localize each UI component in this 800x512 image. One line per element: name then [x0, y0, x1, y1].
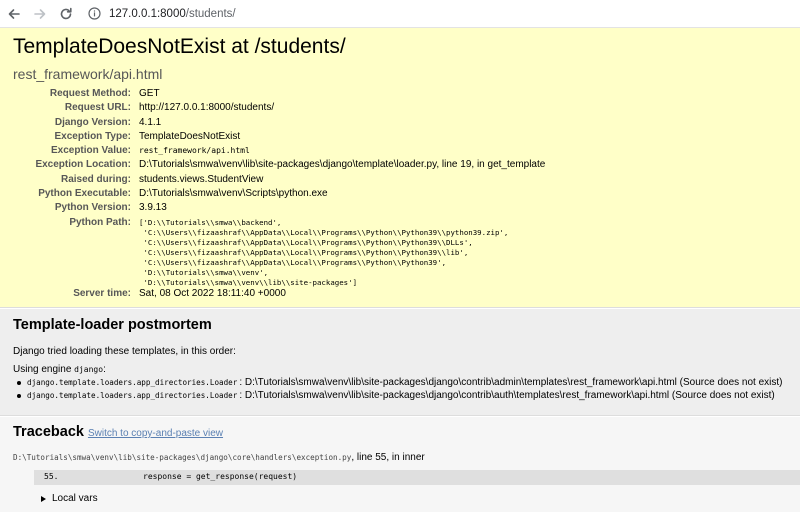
- traceback-frame-file: D:\Tutorials\smwa\venv\lib\site-packages…: [13, 452, 425, 463]
- postmortem-list: django.template.loaders.app_directories.…: [17, 377, 783, 402]
- local-vars-label: Local vars: [52, 493, 98, 504]
- meta-row-python-path: Python Path: ['D:\\Tutorials\\smwa\\back…: [0, 216, 800, 287]
- bullet-icon: [17, 393, 21, 398]
- address-bar[interactable]: 127.0.0.1:8000/students/: [88, 3, 236, 25]
- meta-key: Python Version:: [54, 202, 131, 214]
- exception-value-heading: rest_framework/api.html: [13, 66, 163, 82]
- meta-key: Server time:: [73, 287, 131, 299]
- meta-row-exception-type: Exception Type: TemplateDoesNotExist: [0, 130, 800, 144]
- meta-key: Request URL:: [64, 102, 131, 114]
- meta-value: 3.9.13: [139, 202, 167, 214]
- meta-key: Exception Value:: [50, 145, 131, 157]
- engine-suffix: :: [103, 364, 106, 375]
- bullet-icon: [17, 381, 21, 386]
- meta-key: Django Version:: [54, 116, 131, 128]
- page-title: TemplateDoesNotExist at /students/: [13, 35, 346, 58]
- postmortem-intro: Django tried loading these templates, in…: [13, 346, 236, 357]
- python-path-list: ['D:\\Tutorials\\smwa\\backend', 'C:\\Us…: [139, 218, 508, 288]
- loader-name: django.template.loaders.app_directories.…: [27, 378, 238, 387]
- meta-value: D:\Tutorials\smwa\venv\lib\site-packages…: [139, 159, 546, 171]
- frame-filename: D:\Tutorials\smwa\venv\lib\site-packages…: [13, 453, 352, 462]
- traceback-section: Traceback Switch to copy-and-paste view D…: [0, 417, 800, 512]
- request-meta-table: Request Method: GET Request URL: http://…: [0, 87, 800, 301]
- template-path: : D:\Tutorials\smwa\venv\lib\site-packag…: [239, 377, 783, 388]
- meta-value: D:\Tutorials\smwa\venv\Scripts\python.ex…: [139, 188, 328, 200]
- url-path: /students/: [185, 7, 236, 20]
- loader-name: django.template.loaders.app_directories.…: [27, 390, 238, 400]
- meta-value: rest_framework/api.html: [139, 146, 250, 156]
- back-arrow-icon[interactable]: [2, 2, 26, 26]
- error-summary: TemplateDoesNotExist at /students/ rest_…: [0, 28, 800, 308]
- meta-row-django-version: Django Version: 4.1.1: [0, 116, 800, 130]
- meta-key: Request Method:: [49, 88, 131, 99]
- meta-value: TemplateDoesNotExist: [139, 130, 241, 142]
- meta-key: Exception Type:: [54, 130, 132, 142]
- info-icon[interactable]: [88, 7, 101, 20]
- meta-row-request-url: Request URL: http://127.0.0.1:8000/stude…: [0, 101, 800, 115]
- template-path: : D:\Tutorials\smwa\venv\lib\site-packag…: [239, 389, 775, 401]
- url-host: 127.0.0.1:8000: [109, 7, 186, 20]
- python-path-entry: ['D:\\Tutorials\\smwa\\backend',: [139, 217, 282, 227]
- forward-arrow-icon[interactable]: [28, 2, 52, 26]
- context-line[interactable]: 55. response = get_response(request): [34, 470, 800, 485]
- postmortem-heading: Template-loader postmortem: [13, 317, 212, 333]
- meta-value: Sat, 08 Oct 2022 18:11:40 +0000: [139, 287, 286, 299]
- python-path-entry: 'C:\\Users\\fizaashraf\\AppData\\Local\\…: [139, 227, 509, 237]
- engine-line: Using engine django:: [13, 364, 106, 375]
- list-item: django.template.loaders.app_directories.…: [17, 390, 783, 403]
- meta-row-raised-during: Raised during: students.views.StudentVie…: [0, 173, 800, 187]
- engine-label: Using engine: [13, 364, 75, 375]
- browser-toolbar: 127.0.0.1:8000/students/: [0, 0, 800, 28]
- meta-row-request-method: Request Method: GET: [0, 87, 800, 101]
- meta-key: Exception Location:: [35, 159, 131, 171]
- meta-row-exception-value: Exception Value: rest_framework/api.html: [0, 144, 800, 158]
- traceback-heading: Traceback Switch to copy-and-paste view: [13, 424, 223, 440]
- python-path-entry: 'C:\\Users\\fizaashraf\\AppData\\Local\\…: [139, 237, 473, 247]
- frame-location: , line 55, in inner: [351, 452, 425, 463]
- local-vars-toggle[interactable]: Local vars: [41, 493, 98, 504]
- meta-value: http://127.0.0.1:8000/students/: [139, 102, 275, 114]
- meta-key: Python Path:: [69, 216, 131, 228]
- expand-triangle-icon: [41, 495, 46, 502]
- python-path-entry: 'D:\\Tutorials\\smwa\\venv',: [139, 267, 269, 277]
- line-source: response = get_response(request): [143, 472, 298, 481]
- list-item: django.template.loaders.app_directories.…: [17, 377, 783, 390]
- meta-value: 4.1.1: [139, 116, 162, 128]
- meta-row-server-time: Server time: Sat, 08 Oct 2022 18:11:40 +…: [0, 287, 800, 301]
- switch-to-copy-paste-link[interactable]: Switch to copy-and-paste view: [88, 428, 223, 439]
- template-loader-postmortem: Template-loader postmortem Django tried …: [0, 309, 800, 416]
- reload-icon[interactable]: [54, 2, 78, 26]
- traceback-title: Traceback: [13, 424, 84, 440]
- meta-row-python-executable: Python Executable: D:\Tutorials\smwa\ven…: [0, 187, 800, 201]
- python-path-entry: 'C:\\Users\\fizaashraf\\AppData\\Local\\…: [139, 257, 447, 267]
- meta-row-python-version: Python Version: 3.9.13: [0, 201, 800, 215]
- meta-key: Raised during:: [60, 173, 131, 185]
- engine-name: django: [74, 365, 104, 374]
- meta-value: GET: [139, 88, 160, 99]
- meta-value: students.views.StudentView: [139, 173, 264, 185]
- meta-key: Python Executable:: [38, 188, 131, 200]
- line-number: 55.: [44, 472, 59, 481]
- meta-row-exception-location: Exception Location: D:\Tutorials\smwa\ve…: [0, 158, 800, 172]
- python-path-entry: 'C:\\Users\\fizaashraf\\AppData\\Local\\…: [139, 247, 469, 257]
